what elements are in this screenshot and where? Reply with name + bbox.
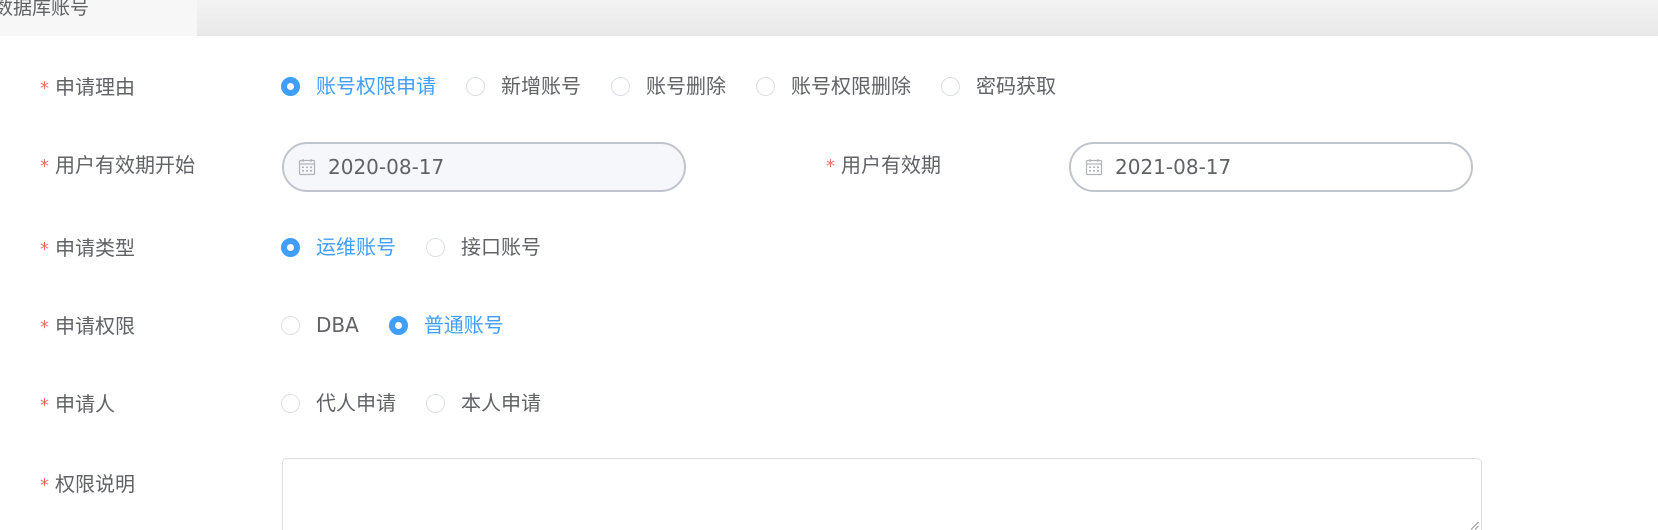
- radio-apply-type-api[interactable]: 接口账号: [426, 232, 541, 262]
- radio-label: 账号权限申请: [316, 74, 436, 98]
- resize-handle-icon[interactable]: [1469, 520, 1479, 530]
- reason-label: * 申请理由: [40, 74, 135, 102]
- radio-label: 账号删除: [646, 74, 726, 98]
- radio-apply-type-ops[interactable]: 运维账号: [281, 232, 396, 262]
- valid-start-value: 2020-08-17: [328, 155, 445, 179]
- radio-label: 代人申请: [316, 391, 396, 415]
- required-mark: *: [826, 156, 835, 177]
- radio-circle[interactable]: [426, 393, 445, 413]
- valid-start-label-text: 用户有效期开始: [55, 153, 195, 177]
- applicant-radio-group: 代人申请 本人申请: [281, 388, 571, 418]
- tab-label: 数据库账号: [0, 0, 90, 19]
- radio-label: DBA: [316, 313, 359, 337]
- calendar-icon: [1085, 159, 1103, 176]
- valid-start-label: * 用户有效期开始: [40, 152, 195, 180]
- required-mark: *: [40, 395, 49, 416]
- radio-label: 接口账号: [461, 235, 541, 259]
- apply-type-label: * 申请类型: [40, 235, 135, 263]
- permission-radio-group: DBA 普通账号: [281, 310, 534, 340]
- radio-label: 新增账号: [501, 74, 581, 98]
- radio-label: 运维账号: [316, 235, 396, 259]
- radio-permission-normal[interactable]: 普通账号: [388, 310, 504, 340]
- radio-permission-dba[interactable]: DBA: [281, 310, 359, 340]
- permission-label: * 申请权限: [40, 313, 135, 341]
- radio-label: 普通账号: [423, 313, 504, 337]
- radio-applicant-on-behalf[interactable]: 代人申请: [281, 388, 396, 418]
- reason-radio-group: 账号权限申请 新增账号 账号删除 账号权限删除 密码获取: [281, 71, 1086, 101]
- required-mark: *: [40, 156, 49, 177]
- radio-circle[interactable]: [941, 76, 960, 96]
- applicant-label-text: 申请人: [55, 392, 115, 416]
- radio-applicant-self[interactable]: 本人申请: [426, 388, 541, 418]
- required-mark: *: [40, 475, 49, 496]
- radio-reason-permission-apply[interactable]: 账号权限申请: [281, 71, 436, 101]
- radio-label: 密码获取: [976, 74, 1056, 98]
- tab-database-account[interactable]: 数据库账号: [0, 0, 197, 36]
- radio-reason-delete-account[interactable]: 账号删除: [611, 71, 726, 101]
- radio-circle[interactable]: [756, 76, 775, 96]
- valid-end-label: * 用户有效期: [826, 152, 941, 180]
- radio-circle[interactable]: [281, 315, 300, 335]
- description-textarea[interactable]: [282, 458, 1482, 530]
- valid-start-date-input[interactable]: 2020-08-17: [282, 142, 686, 192]
- required-mark: *: [40, 239, 49, 260]
- description-label: * 权限说明: [40, 471, 135, 499]
- required-mark: *: [40, 317, 49, 338]
- radio-reason-get-password[interactable]: 密码获取: [941, 71, 1056, 101]
- radio-reason-delete-permission[interactable]: 账号权限删除: [756, 71, 911, 101]
- valid-end-label-text: 用户有效期: [841, 153, 941, 177]
- tab-bar: 数据库账号: [0, 0, 1658, 36]
- description-label-text: 权限说明: [55, 472, 135, 496]
- radio-reason-new-account[interactable]: 新增账号: [466, 71, 581, 101]
- radio-circle[interactable]: [426, 237, 445, 257]
- apply-type-radio-group: 运维账号 接口账号: [281, 232, 571, 262]
- radio-circle[interactable]: [281, 237, 300, 257]
- radio-circle[interactable]: [281, 393, 300, 413]
- required-mark: *: [40, 78, 49, 99]
- calendar-icon: [298, 159, 316, 176]
- radio-circle[interactable]: [388, 315, 408, 335]
- apply-type-label-text: 申请类型: [55, 236, 135, 260]
- radio-circle[interactable]: [281, 76, 300, 96]
- radio-circle[interactable]: [611, 76, 630, 96]
- reason-label-text: 申请理由: [55, 75, 135, 99]
- permission-label-text: 申请权限: [55, 314, 135, 338]
- radio-label: 本人申请: [461, 391, 541, 415]
- applicant-label: * 申请人: [40, 391, 115, 419]
- radio-label: 账号权限删除: [791, 74, 911, 98]
- radio-circle[interactable]: [466, 76, 485, 96]
- valid-end-date-input[interactable]: 2021-08-17: [1069, 142, 1473, 192]
- valid-end-value: 2021-08-17: [1115, 155, 1232, 179]
